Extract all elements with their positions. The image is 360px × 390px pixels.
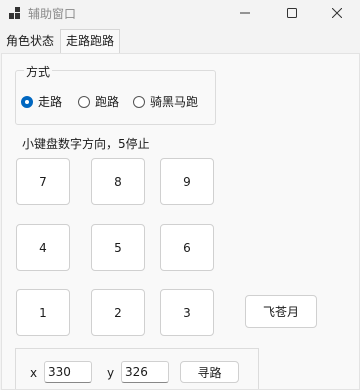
x-input[interactable]: 330 xyxy=(44,361,92,383)
key-7-button[interactable]: 7 xyxy=(16,158,70,205)
radio-unchecked-icon xyxy=(133,95,145,108)
key-9-button[interactable]: 9 xyxy=(160,158,214,205)
radio-black-horse[interactable]: 骑黑马跑 xyxy=(133,93,198,110)
minimize-button[interactable] xyxy=(222,0,268,26)
title-bar: 辅助窗口 xyxy=(0,0,360,26)
close-icon xyxy=(332,8,342,18)
x-label: x xyxy=(30,366,38,380)
key-3-button[interactable]: 3 xyxy=(160,289,214,336)
radio-run-label: 跑路 xyxy=(95,95,120,109)
key-1-button[interactable]: 1 xyxy=(16,289,70,336)
radio-walk-label: 走路 xyxy=(38,95,63,109)
y-input[interactable]: 326 xyxy=(121,361,169,383)
close-button[interactable] xyxy=(314,0,360,26)
keypad-hint: 小键盘数字方向，5停止 xyxy=(22,137,150,151)
radio-walk[interactable]: 走路 xyxy=(21,93,62,110)
fly-button[interactable]: 飞苍月 xyxy=(245,295,317,328)
radio-run[interactable]: 跑路 xyxy=(78,93,119,110)
key-5-button[interactable]: 5 xyxy=(91,224,145,271)
key-4-button[interactable]: 4 xyxy=(16,224,70,271)
key-6-button[interactable]: 6 xyxy=(160,224,214,271)
find-path-button[interactable]: 寻路 xyxy=(180,361,239,383)
maximize-icon xyxy=(287,8,297,18)
tab-strip: 角色状态 走路跑路 xyxy=(0,29,360,53)
minimize-icon xyxy=(240,12,250,14)
tab-walk-run[interactable]: 走路跑路 xyxy=(60,29,121,53)
window-title: 辅助窗口 xyxy=(28,7,77,21)
maximize-button[interactable] xyxy=(269,0,315,26)
radio-unchecked-icon xyxy=(78,95,90,108)
radio-black-horse-label: 骑黑马跑 xyxy=(150,95,199,109)
tab-character-status[interactable]: 角色状态 xyxy=(3,31,57,51)
mode-group-label: 方式 xyxy=(24,63,53,80)
key-8-button[interactable]: 8 xyxy=(91,158,145,205)
tab-panel: 方式 走路 跑路 骑黑马跑 小键盘数字方向，5停止 7 8 9 4 5 6 1 … xyxy=(1,53,360,390)
y-label: y xyxy=(107,366,115,380)
key-2-button[interactable]: 2 xyxy=(91,289,145,336)
mode-group: 方式 走路 跑路 骑黑马跑 xyxy=(15,63,216,125)
radio-checked-icon xyxy=(21,95,33,108)
app-icon xyxy=(9,7,20,19)
